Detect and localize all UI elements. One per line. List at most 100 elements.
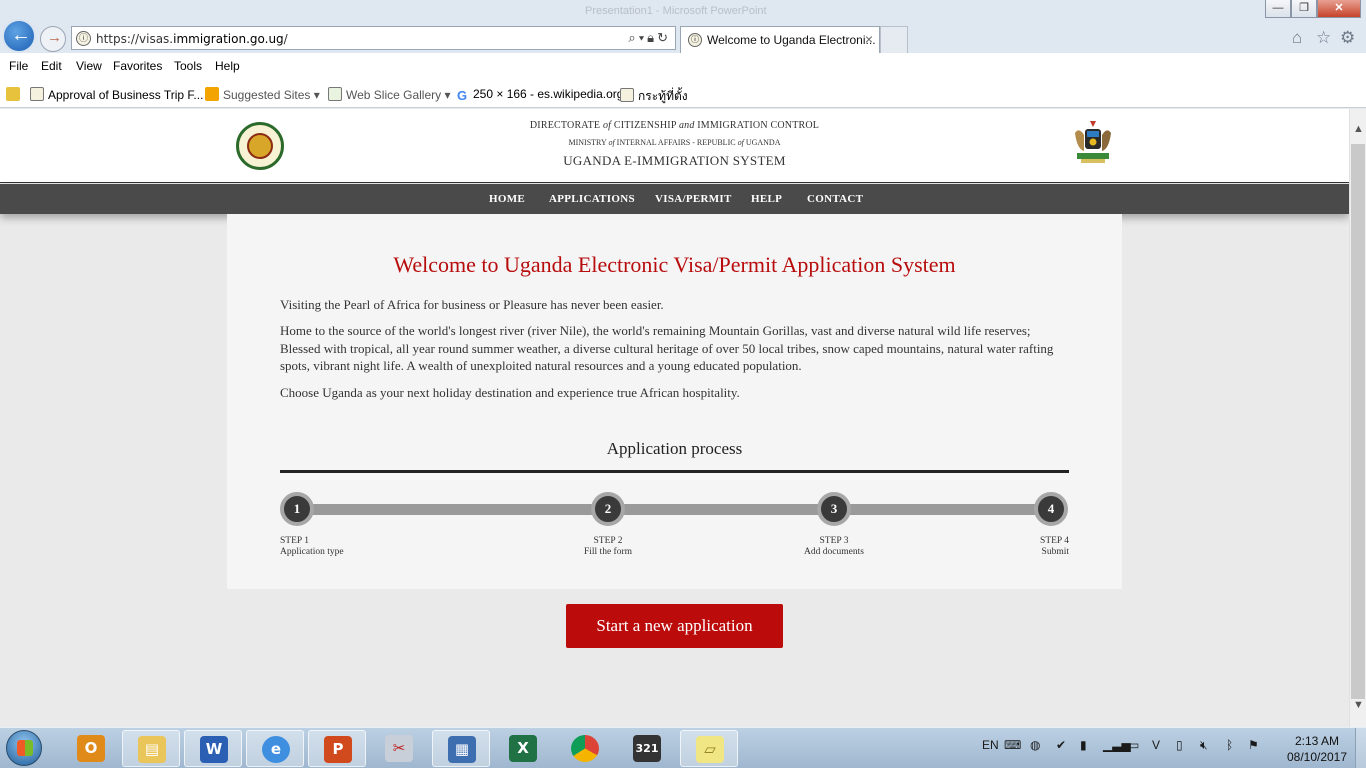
- system-clock[interactable]: 2:13 AM 08/10/2017: [1284, 733, 1350, 765]
- chevron-down-icon[interactable]: ▾: [639, 30, 647, 45]
- main-content: Welcome to Uganda Electronic Visa/Permit…: [227, 214, 1122, 589]
- scrollbar-thumb[interactable]: [1351, 144, 1365, 699]
- step-4-label: STEP 4 Submit: [1040, 536, 1069, 557]
- language-indicator[interactable]: EN: [982, 738, 999, 752]
- taskbar-powerpoint[interactable]: P: [308, 730, 366, 767]
- nav-applications[interactable]: APPLICATIONS: [549, 193, 635, 205]
- back-button[interactable]: ←: [2, 19, 36, 53]
- closing-paragraph: Choose Uganda as your next holiday desti…: [280, 385, 740, 400]
- fav-web-slice-gallery[interactable]: Web Slice Gallery ▾: [328, 87, 451, 102]
- window-titlebar: Presentation1 - Microsoft PowerPoint — ❐…: [0, 0, 1366, 23]
- system-title: UGANDA E-IMMIGRATION SYSTEM: [563, 153, 786, 168]
- step-1-label: STEP 1 Application type: [280, 536, 344, 557]
- new-tab-button[interactable]: [880, 26, 908, 53]
- close-window-button[interactable]: ✕: [1317, 0, 1361, 18]
- site-header: DIRECTORATE of CITIZENSHIP and IMMIGRATI…: [0, 109, 1349, 183]
- action-center-flag-icon[interactable]: ⚑: [1248, 738, 1259, 752]
- show-desktop-button[interactable]: [1355, 728, 1366, 768]
- page-scrollbar[interactable]: ▲ ▼: [1349, 109, 1366, 727]
- windows-taskbar: O ▤ W e P ✂ ▦ X 321 ▱ EN ⌨ ◍ ✔ ▮ ▁▃▅ ▭ V…: [0, 727, 1366, 768]
- bluetooth-icon[interactable]: ᛒ: [1226, 738, 1233, 752]
- start-new-application-button[interactable]: Start a new application: [566, 604, 783, 648]
- page-icon: [620, 88, 634, 102]
- fav-wikipedia[interactable]: G 250 × 166 - es.wikipedia.org: [455, 87, 624, 103]
- home-icon[interactable]: ⌂: [1292, 28, 1302, 48]
- taskbar-chrome[interactable]: [556, 730, 614, 767]
- page-icon: [30, 87, 44, 101]
- device-icon[interactable]: ▯: [1176, 738, 1183, 752]
- taskbar-internet-explorer[interactable]: e: [246, 730, 304, 767]
- menu-help[interactable]: Help: [215, 59, 240, 73]
- favorites-star-icon[interactable]: [6, 87, 24, 102]
- google-icon: G: [456, 88, 468, 103]
- outlook-icon: O: [77, 735, 105, 762]
- site-nav: HOME APPLICATIONS VISA/PERMIT HELP CONTA…: [0, 184, 1349, 214]
- taskbar-windows-app[interactable]: ▦: [432, 730, 490, 767]
- menu-file[interactable]: File: [9, 59, 28, 73]
- menu-bar: File Edit View Favorites Tools Help: [0, 53, 1366, 80]
- keyboard-icon[interactable]: ⌨: [1004, 738, 1021, 752]
- refresh-icon[interactable]: ↻: [657, 30, 671, 45]
- ie-icon: e: [262, 736, 290, 763]
- signal-bars-icon[interactable]: ▁▃▅: [1103, 738, 1131, 752]
- tab-title: Welcome to Uganda Electroni...: [707, 33, 876, 47]
- taskbar-word[interactable]: W: [184, 730, 242, 767]
- nav-help[interactable]: HELP: [751, 193, 782, 205]
- display-icon[interactable]: ▭: [1128, 738, 1139, 752]
- vpn-icon[interactable]: V: [1152, 738, 1160, 752]
- scroll-up-icon[interactable]: ▲: [1353, 123, 1364, 135]
- description-paragraph: Home to the source of the world's longes…: [280, 323, 1054, 373]
- taskbar-sticky-notes[interactable]: ▱: [680, 730, 738, 767]
- gear-icon[interactable]: ⚙: [1340, 28, 1355, 48]
- fav-approval-business-trip[interactable]: Approval of Business Trip F...: [30, 87, 203, 102]
- favorites-star-icon[interactable]: ☆: [1316, 28, 1331, 48]
- back-arrow-icon: ←: [11, 24, 31, 46]
- tab-favicon-icon: ⓘ: [688, 33, 702, 47]
- minimize-button[interactable]: —: [1265, 0, 1291, 18]
- step-2-label: STEP 2 Fill the form: [583, 536, 633, 557]
- fav-suggested-sites[interactable]: Suggested Sites ▾: [205, 87, 320, 102]
- forward-button[interactable]: →: [40, 26, 66, 52]
- web-slice-icon: [328, 87, 342, 101]
- url-text: https://visas.immigration.go.ug/: [96, 32, 288, 46]
- network-adapter-icon[interactable]: ◍: [1030, 738, 1040, 752]
- process-title: Application process: [606, 439, 743, 458]
- step-1-marker: 1: [280, 492, 314, 526]
- favorites-bar: Approval of Business Trip F... Suggested…: [0, 80, 1366, 108]
- security-check-icon[interactable]: ✔: [1056, 738, 1066, 752]
- scissors-icon: ✂: [385, 735, 413, 762]
- start-button[interactable]: [6, 730, 42, 766]
- directorate-title: DIRECTORATE of CITIZENSHIP and IMMIGRATI…: [529, 120, 820, 131]
- web-page: DIRECTORATE of CITIZENSHIP and IMMIGRATI…: [0, 109, 1349, 727]
- taskbar-snipping-tool[interactable]: ✂: [370, 730, 428, 767]
- folder-icon: ▤: [138, 736, 166, 763]
- taskbar-explorer[interactable]: ▤: [122, 730, 180, 767]
- site-favicon-icon: ⓘ: [76, 31, 91, 46]
- taskbar-excel[interactable]: X: [494, 730, 552, 767]
- address-bar-row: ← → ⓘ https://visas.immigration.go.ug/ ⌕…: [0, 19, 1366, 53]
- search-icon[interactable]: ⌕: [628, 30, 638, 45]
- scroll-down-icon[interactable]: ▼: [1353, 699, 1364, 711]
- antivirus-shield-icon[interactable]: ▮: [1080, 738, 1087, 752]
- close-tab-icon[interactable]: ×: [865, 31, 873, 47]
- menu-favorites[interactable]: Favorites: [113, 59, 162, 73]
- maximize-button[interactable]: ❐: [1291, 0, 1317, 18]
- lock-icon[interactable]: 🔒︎: [647, 30, 657, 45]
- page-title: Welcome to Uganda Electronic Visa/Permit…: [393, 252, 956, 277]
- menu-edit[interactable]: Edit: [41, 59, 62, 73]
- taskbar-media-player[interactable]: 321: [618, 730, 676, 767]
- volume-muted-icon[interactable]: 🔇︎: [1200, 738, 1208, 753]
- process-track: [297, 504, 1057, 515]
- nav-contact[interactable]: CONTACT: [807, 193, 863, 205]
- menu-view[interactable]: View: [76, 59, 102, 73]
- fav-thai-topic[interactable]: กระทู้ที่ตั้ง: [620, 87, 688, 106]
- taskbar-outlook[interactable]: O: [62, 730, 120, 767]
- menu-tools[interactable]: Tools: [174, 59, 202, 73]
- sticky-notes-icon: ▱: [696, 736, 724, 763]
- address-input[interactable]: ⓘ https://visas.immigration.go.ug/ ⌕▾🔒︎↻: [71, 26, 676, 50]
- nav-home[interactable]: HOME: [489, 193, 525, 205]
- chrome-icon: [571, 735, 599, 762]
- nav-visa-permit[interactable]: VISA/PERMIT: [655, 193, 732, 205]
- window-title: Presentation1 - Microsoft PowerPoint: [585, 5, 767, 17]
- tab-uganda-visa[interactable]: ⓘ Welcome to Uganda Electroni... ×: [680, 26, 880, 53]
